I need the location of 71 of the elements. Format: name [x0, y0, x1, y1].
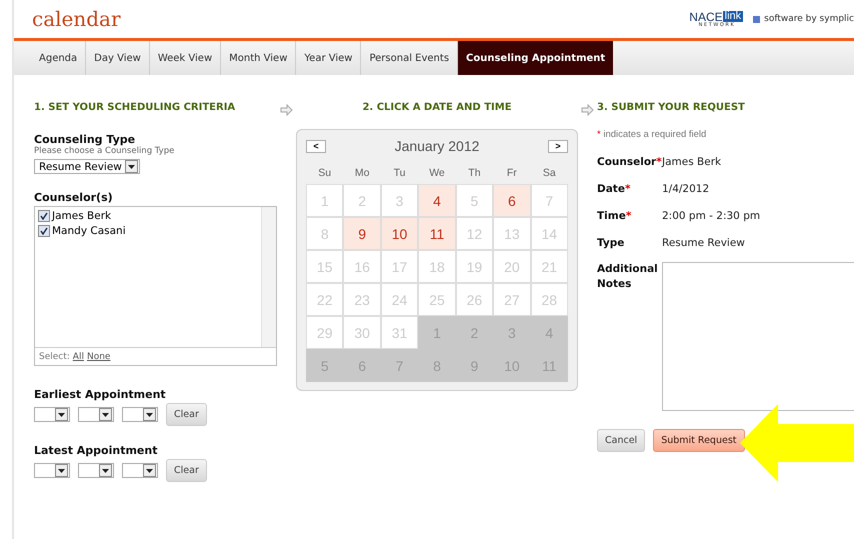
caret-icon — [102, 412, 109, 416]
counselor-option[interactable]: Mandy Casani — [38, 225, 126, 237]
dropdown[interactable]: Resume Review — [34, 159, 140, 174]
nav-tab[interactable]: Day View — [86, 41, 150, 75]
notes-field[interactable] — [662, 262, 854, 411]
app-title: calendar — [32, 7, 122, 31]
weekday-label: We — [428, 166, 446, 178]
nav-tab[interactable]: Counseling Appointment — [458, 41, 614, 75]
scrollbar[interactable] — [261, 207, 276, 347]
field-hint: Please choose a Counseling Type — [34, 146, 176, 156]
caret-icon — [58, 412, 65, 416]
checkbox[interactable] — [38, 210, 50, 222]
field-label: Type — [597, 236, 626, 248]
select-none-link[interactable]: None — [86, 352, 110, 362]
step-heading: 2. CLICK A DATE AND TIME — [362, 102, 512, 113]
field-label: Counselor(s) — [34, 191, 114, 204]
field-label: Time* — [597, 210, 632, 222]
field-label: Earliest Appointment — [34, 388, 167, 401]
dropdown[interactable] — [122, 407, 158, 422]
nav-tab[interactable]: Agenda — [31, 41, 86, 75]
nav-tab[interactable]: Week View — [150, 41, 222, 75]
field-value: 1/4/2012 — [662, 182, 710, 194]
field-label: Additional Notes — [597, 262, 659, 292]
clear-button[interactable]: Clear — [166, 403, 207, 426]
weekday-label: Th — [467, 166, 482, 178]
checkbox[interactable] — [38, 225, 50, 237]
weekday-label: Sa — [542, 166, 557, 178]
nav-tab[interactable]: Month View — [221, 41, 296, 75]
clear-button[interactable]: Clear — [166, 459, 207, 482]
arrow-right-icon — [280, 104, 293, 116]
field-value: James Berk — [662, 156, 722, 168]
caret-icon — [146, 468, 153, 472]
field-value: 2:00 pm - 2:30 pm — [662, 210, 760, 222]
calendar-day[interactable]: 10 — [380, 217, 418, 250]
square-icon — [753, 16, 760, 22]
dropdown[interactable] — [34, 463, 70, 478]
field-label: Date* — [597, 182, 632, 194]
select-label: Select: — [39, 352, 70, 362]
dropdown[interactable] — [34, 407, 70, 422]
field-label: Latest Appointment — [34, 444, 158, 457]
nav-tab[interactable]: Year View — [296, 41, 362, 75]
month-title: January 2012 — [394, 138, 480, 154]
field-label: Counselor* — [597, 156, 662, 168]
arrow-right-icon — [581, 104, 594, 116]
submit-button[interactable]: Submit Request — [653, 429, 744, 452]
weekday-label: Mo — [354, 166, 370, 178]
next-month-button[interactable]: > — [548, 140, 568, 152]
caret-icon — [146, 412, 153, 416]
step-heading: 3. SUBMIT YOUR REQUEST — [597, 102, 746, 113]
dropdown[interactable] — [78, 407, 114, 422]
weekday-label: Fr — [506, 166, 518, 178]
field-label: Counseling Type — [34, 133, 136, 146]
field-value: Resume Review — [662, 236, 745, 248]
caret-icon — [128, 164, 135, 168]
counselor-option[interactable]: James Berk — [38, 210, 112, 222]
calendar-day[interactable]: 11 — [418, 217, 456, 250]
dropdown[interactable] — [78, 463, 114, 478]
step-heading: 1. SET YOUR SCHEDULING CRITERIA — [34, 102, 236, 113]
weekday-label: Su — [317, 166, 332, 178]
cancel-button[interactable]: Cancel — [597, 429, 646, 452]
required-note: * indicates a required field — [597, 129, 708, 140]
calendar-day[interactable]: 9 — [343, 217, 381, 250]
credit-text: software by symplic — [764, 14, 854, 24]
weekday-label: Tu — [392, 166, 406, 178]
dropdown[interactable] — [122, 463, 158, 478]
select-all-link[interactable]: All — [72, 352, 84, 362]
caret-icon — [58, 468, 65, 472]
previous-month-button[interactable]: < — [306, 140, 326, 152]
caret-icon — [102, 468, 109, 472]
calendar-day[interactable]: 6 — [493, 184, 531, 217]
calendar-day[interactable]: 4 — [418, 184, 456, 217]
